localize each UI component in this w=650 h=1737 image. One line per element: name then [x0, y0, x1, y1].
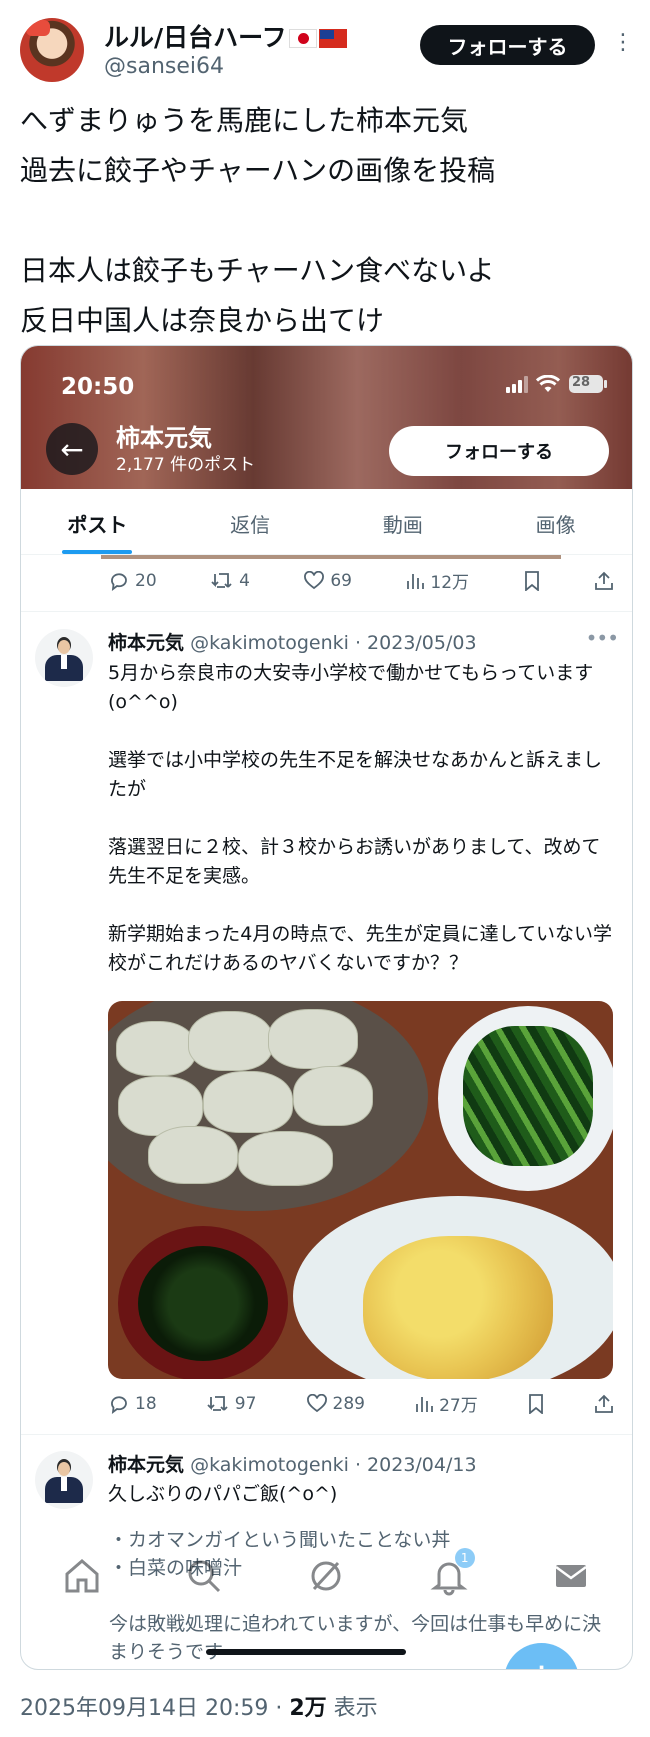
- repost-button[interactable]: 97: [207, 1393, 257, 1414]
- back-arrow-icon[interactable]: ←: [46, 423, 98, 475]
- author-name-text: ルル/日台ハーフ: [104, 23, 287, 52]
- tab-videos[interactable]: 動画: [327, 489, 480, 554]
- profile-tabs: ポスト 返信 動画 画像: [21, 489, 632, 555]
- divider: [21, 611, 632, 612]
- tweet-text: 5月から奈良市の大安寺小学校で働かせてもらっています(o^^o) 選挙では小中学…: [108, 662, 612, 974]
- reply-button[interactable]: 18: [109, 1394, 157, 1414]
- bottom-nav: 1: [21, 1531, 632, 1621]
- follow-button[interactable]: フォローする: [420, 25, 595, 65]
- views-icon: [407, 573, 425, 589]
- taiwan-flag-icon: [318, 29, 347, 48]
- repost-count: 97: [234, 1393, 257, 1414]
- tweet-meta: @kakimotogenki · 2023/05/03: [190, 632, 477, 654]
- tweet-more-icon[interactable]: •••: [586, 626, 619, 650]
- search-icon[interactable]: [184, 1556, 224, 1596]
- reply-button[interactable]: 20: [109, 571, 157, 591]
- wifi-icon: [536, 375, 560, 393]
- author-handle[interactable]: @sansei64: [104, 54, 224, 79]
- bookmark-icon: [524, 570, 539, 591]
- status-time: 20:50: [61, 374, 135, 400]
- share-button[interactable]: [594, 571, 614, 591]
- messages-icon[interactable]: [551, 1556, 591, 1596]
- like-count: 289: [332, 1393, 365, 1414]
- reply-count: 20: [135, 570, 157, 591]
- views-icon: [416, 1396, 434, 1412]
- heart-icon: [304, 570, 325, 589]
- profile-name: 柿本元気: [116, 424, 212, 452]
- tweet-author-name[interactable]: 柿本元気: [108, 632, 184, 654]
- heart-icon: [306, 1393, 327, 1412]
- tweet-author-name[interactable]: 柿本元気: [108, 1454, 184, 1476]
- bookmark-icon: [528, 1393, 543, 1414]
- more-options-icon[interactable]: ⋮: [612, 30, 634, 55]
- post-meta: 2025年09月14日 20:59 · 2万 表示: [20, 1690, 378, 1722]
- cellular-signal-icon: [506, 375, 528, 393]
- reply-icon: [111, 572, 127, 591]
- home-icon[interactable]: [62, 1556, 102, 1596]
- view-count: 27万: [439, 1396, 478, 1416]
- repost-count: 4: [239, 570, 250, 591]
- status-icons: 28: [506, 374, 608, 394]
- post-views-label: 表示: [326, 1696, 378, 1721]
- repost-icon: [207, 1395, 228, 1411]
- tweet-header: 柿本元気 @kakimotogenki · 2023/04/13: [108, 1450, 477, 1477]
- home-indicator: [206, 1649, 406, 1655]
- tweet-header: 柿本元気 @kakimotogenki · 2023/05/03: [108, 628, 477, 655]
- tab-posts[interactable]: ポスト: [21, 489, 174, 554]
- share-icon: [595, 1394, 613, 1413]
- battery-level: 28: [572, 375, 591, 390]
- bookmark-button[interactable]: [524, 570, 540, 591]
- bookmark-button[interactable]: [528, 1393, 544, 1414]
- tweet-text: 久しぶりのパパご飯(^o^): [108, 1483, 338, 1505]
- divider: [21, 1434, 632, 1435]
- tweet-avatar[interactable]: [35, 629, 93, 687]
- author-avatar[interactable]: [20, 18, 84, 82]
- notification-badge: 1: [454, 1548, 475, 1568]
- like-button[interactable]: 69: [304, 570, 352, 591]
- repost-button[interactable]: 4: [211, 571, 250, 591]
- views-button[interactable]: 27万: [415, 1391, 478, 1416]
- reply-count: 18: [135, 1393, 157, 1414]
- tweet-photo[interactable]: [108, 1001, 613, 1379]
- share-button[interactable]: [594, 1394, 614, 1414]
- post-view-count: 2万: [289, 1696, 327, 1721]
- embedded-screenshot[interactable]: 20:50 28 ← 柿本元気 2,177 件のポスト フォローする ポスト 返…: [20, 345, 633, 1670]
- tab-images[interactable]: 画像: [479, 489, 632, 554]
- tweet-avatar[interactable]: [35, 1451, 93, 1509]
- share-icon: [595, 571, 613, 590]
- grok-icon[interactable]: [306, 1556, 346, 1596]
- reply-icon: [111, 1395, 127, 1414]
- post-timestamp: 2025年09月14日 20:59 ·: [20, 1696, 290, 1721]
- profile-post-count: 2,177 件のポスト: [116, 455, 256, 475]
- previous-media-edge: [101, 555, 561, 559]
- profile-follow-button[interactable]: フォローする: [389, 426, 609, 476]
- battery-icon: 28: [568, 374, 608, 394]
- author-display-name[interactable]: ルル/日台ハーフ: [104, 18, 347, 54]
- japan-flag-icon: [288, 29, 317, 48]
- like-count: 69: [330, 570, 352, 591]
- like-button[interactable]: 289: [306, 1393, 365, 1414]
- post-header: ルル/日台ハーフ @sansei64 フォローする ⋮: [0, 0, 650, 90]
- views-button[interactable]: 12万: [406, 568, 469, 593]
- repost-icon: [211, 572, 232, 588]
- action-bar: 20 4 69 12万: [109, 568, 614, 593]
- tab-replies[interactable]: 返信: [174, 489, 327, 554]
- action-bar: 18 97 289 27万: [109, 1391, 614, 1416]
- tweet-meta: @kakimotogenki · 2023/04/13: [190, 1454, 477, 1476]
- post-text: へずまりゅうを馬鹿にした柿本元気 過去に餃子やチャーハンの画像を投稿 日本人は餃…: [20, 104, 496, 337]
- notifications-icon[interactable]: 1: [429, 1548, 475, 1596]
- view-count: 12万: [430, 573, 470, 593]
